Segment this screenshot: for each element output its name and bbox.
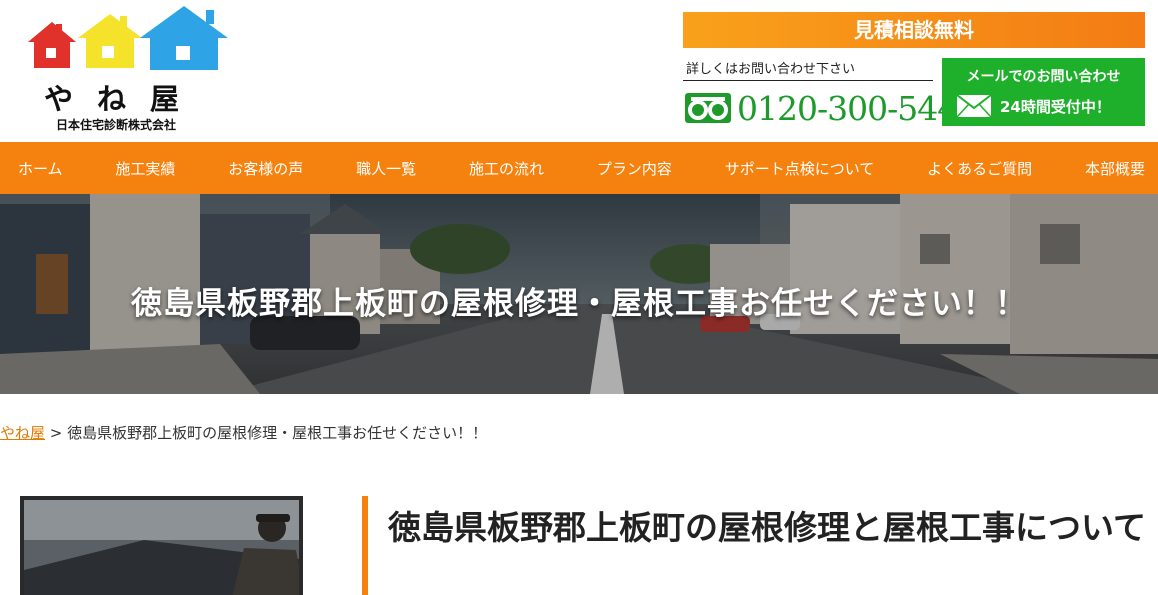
envelope-icon (956, 94, 992, 118)
section-heading: 徳島県板野郡上板町の屋根修理と屋根工事について (362, 496, 1152, 595)
mail-contact-button[interactable]: メールでのお問い合わせ 24時間受付中！ (942, 58, 1145, 126)
site-header: やね屋 日本住宅診断株式会社 見積相談無料 詳しくはお問い合わせ下さい 0120… (0, 0, 1158, 142)
global-nav: ホーム 施工実績 お客様の声 職人一覧 施工の流れ プラン内容 サポート点検につ… (0, 142, 1158, 194)
nav-item-support[interactable]: サポート点検について (725, 158, 875, 179)
nav-list: ホーム 施工実績 お客様の声 職人一覧 施工の流れ プラン内容 サポート点検につ… (0, 142, 1158, 194)
nav-item-faq[interactable]: よくあるご質問 (927, 158, 1032, 179)
breadcrumb-separator: > (45, 424, 68, 442)
freedial-icon (685, 93, 731, 123)
mail-hours: 24時間受付中！ (1000, 97, 1111, 116)
phone-divider (683, 80, 933, 81)
breadcrumb-current: 徳島県板野郡上板町の屋根修理・屋根工事お任せください！！ (67, 424, 488, 442)
mail-contact-row: 24時間受付中！ (956, 94, 1111, 118)
contact-note: 詳しくはお問い合わせ下さい (686, 62, 856, 77)
hero-title: 徳島県板野郡上板町の屋根修理・屋根工事お任せください！！ (131, 286, 1027, 322)
roofer-photo (20, 496, 303, 595)
section-title: 徳島県板野郡上板町の屋根修理と屋根工事について (388, 508, 1147, 547)
nav-item-voices[interactable]: お客様の声 (228, 158, 303, 179)
breadcrumb: やね屋 > 徳島県板野郡上板町の屋根修理・屋根工事お任せください！！ (0, 422, 487, 443)
site-logo[interactable]: やね屋 日本住宅診断株式会社 (26, 6, 231, 136)
houses-logo-icon (28, 6, 228, 70)
nav-item-flow[interactable]: 施工の流れ (469, 158, 544, 179)
nav-item-works[interactable]: 施工実績 (115, 158, 175, 179)
mail-contact-title: メールでのお問い合わせ (966, 69, 1121, 85)
hero-banner: 徳島県板野郡上板町の屋根修理・屋根工事お任せください！！ (0, 194, 1158, 394)
phone-number[interactable]: 0120-300-544 (737, 89, 958, 128)
phone-link[interactable]: 0120-300-544 (685, 88, 958, 128)
nav-item-home[interactable]: ホーム (18, 158, 63, 179)
free-estimate-banner: 見積相談無料 (683, 12, 1145, 48)
logo-name: やね屋 (44, 82, 204, 116)
nav-item-craftsmen[interactable]: 職人一覧 (356, 158, 416, 179)
nav-item-plans[interactable]: プラン内容 (597, 158, 672, 179)
contact-area: 見積相談無料 詳しくはお問い合わせ下さい 0120-300-544 メールでのお… (683, 12, 1145, 130)
roofer-photo-image (24, 500, 299, 595)
logo-company: 日本住宅診断株式会社 (56, 118, 177, 132)
nav-item-about[interactable]: 本部概要 (1085, 158, 1145, 179)
breadcrumb-home-link[interactable]: やね屋 (0, 424, 45, 442)
